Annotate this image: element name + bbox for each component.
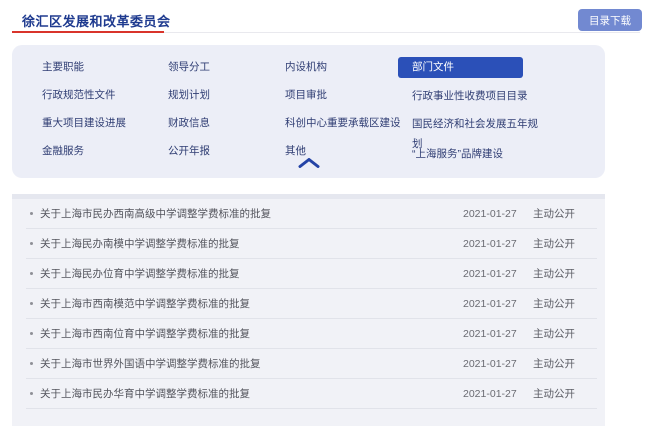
document-date: 2021-01-27 bbox=[463, 298, 533, 310]
menu-item[interactable]: 主要职能 bbox=[42, 57, 168, 77]
document-date: 2021-01-27 bbox=[463, 238, 533, 250]
document-link[interactable]: 关于上海市西南位育中学调整学费标准的批复 bbox=[40, 326, 463, 341]
document-list: 关于上海市民办西南高级中学调整学费标准的批复 2021-01-27 主动公开 关… bbox=[12, 194, 605, 426]
download-button[interactable]: 目录下载 bbox=[578, 9, 642, 31]
document-row: 关于上海民办南模中学调整学费标准的批复 2021-01-27 主动公开 bbox=[26, 229, 597, 259]
document-link[interactable]: 关于上海民办位育中学调整学费标准的批复 bbox=[40, 266, 463, 281]
bullet-icon bbox=[30, 272, 33, 275]
document-date: 2021-01-27 bbox=[463, 328, 533, 340]
bullet-icon bbox=[30, 362, 33, 365]
document-link[interactable]: 关于上海市西南模范中学调整学费标准的批复 bbox=[40, 296, 463, 311]
menu-column-2: 领导分工 规划计划 财政信息 公开年报 bbox=[168, 57, 285, 178]
document-row: 关于上海市西南模范中学调整学费标准的批复 2021-01-27 主动公开 bbox=[26, 289, 597, 319]
chevron-up-icon bbox=[298, 158, 320, 168]
menu-item[interactable]: 行政事业性收费项目目录 bbox=[412, 86, 542, 106]
document-status: 主动公开 bbox=[533, 266, 597, 281]
document-row: 关于上海市民办西南高级中学调整学费标准的批复 2021-01-27 主动公开 bbox=[26, 199, 597, 229]
bullet-icon bbox=[30, 302, 33, 305]
document-status: 主动公开 bbox=[533, 236, 597, 251]
document-status: 主动公开 bbox=[533, 296, 597, 311]
page-title: 徐汇区发展和改革委员会 bbox=[22, 11, 171, 30]
menu-item[interactable]: 财政信息 bbox=[168, 113, 285, 133]
document-row: 关于上海市世界外国语中学调整学费标准的批复 2021-01-27 主动公开 bbox=[26, 349, 597, 379]
document-row: 关于上海市民办华育中学调整学费标准的批复 2021-01-27 主动公开 bbox=[26, 379, 597, 409]
page: 徐汇区发展和改革委员会 目录下载 主要职能 行政规范性文件 重大项目建设进展 金… bbox=[0, 0, 650, 434]
document-link[interactable]: 关于上海市世界外国语中学调整学费标准的批复 bbox=[40, 356, 463, 371]
document-status: 主动公开 bbox=[533, 356, 597, 371]
menu-item[interactable]: 项目审批 bbox=[285, 85, 412, 105]
menu-item[interactable]: 金融服务 bbox=[42, 141, 168, 161]
document-date: 2021-01-27 bbox=[463, 268, 533, 280]
collapse-button[interactable] bbox=[290, 154, 328, 173]
menu-item[interactable]: 科创中心重要承载区建设 bbox=[285, 113, 412, 133]
menu-item[interactable]: “上海服务”品牌建设 bbox=[412, 144, 542, 164]
document-status: 主动公开 bbox=[533, 206, 597, 221]
bullet-icon bbox=[30, 212, 33, 215]
bullet-icon bbox=[30, 392, 33, 395]
document-row: 关于上海市西南位育中学调整学费标准的批复 2021-01-27 主动公开 bbox=[26, 319, 597, 349]
menu-item[interactable]: 行政规范性文件 bbox=[42, 85, 168, 105]
document-row: 关于上海民办位育中学调整学费标准的批复 2021-01-27 主动公开 bbox=[26, 259, 597, 289]
bullet-icon bbox=[30, 332, 33, 335]
document-date: 2021-01-27 bbox=[463, 388, 533, 400]
bullet-icon bbox=[30, 242, 33, 245]
document-date: 2021-01-27 bbox=[463, 208, 533, 220]
menu-item[interactable]: 领导分工 bbox=[168, 57, 285, 77]
menu-column-1: 主要职能 行政规范性文件 重大项目建设进展 金融服务 bbox=[42, 57, 168, 178]
document-link[interactable]: 关于上海市民办华育中学调整学费标准的批复 bbox=[40, 386, 463, 401]
menu-item[interactable]: 重大项目建设进展 bbox=[42, 113, 168, 133]
title-underline bbox=[12, 31, 164, 33]
document-status: 主动公开 bbox=[533, 386, 597, 401]
document-link[interactable]: 关于上海民办南模中学调整学费标准的批复 bbox=[40, 236, 463, 251]
menu-item[interactable]: 公开年报 bbox=[168, 141, 285, 161]
menu-item-active[interactable]: 部门文件 bbox=[398, 57, 523, 78]
menu-item[interactable]: 内设机构 bbox=[285, 57, 412, 77]
document-link[interactable]: 关于上海市民办西南高级中学调整学费标准的批复 bbox=[40, 206, 463, 221]
document-date: 2021-01-27 bbox=[463, 358, 533, 370]
menu-column-4: 部门文件 行政事业性收费项目目录 国民经济和社会发展五年规划 “上海服务”品牌建… bbox=[412, 57, 542, 178]
menu-item[interactable]: 规划计划 bbox=[168, 85, 285, 105]
category-menu: 主要职能 行政规范性文件 重大项目建设进展 金融服务 领导分工 规划计划 财政信… bbox=[12, 45, 605, 178]
document-status: 主动公开 bbox=[533, 326, 597, 341]
